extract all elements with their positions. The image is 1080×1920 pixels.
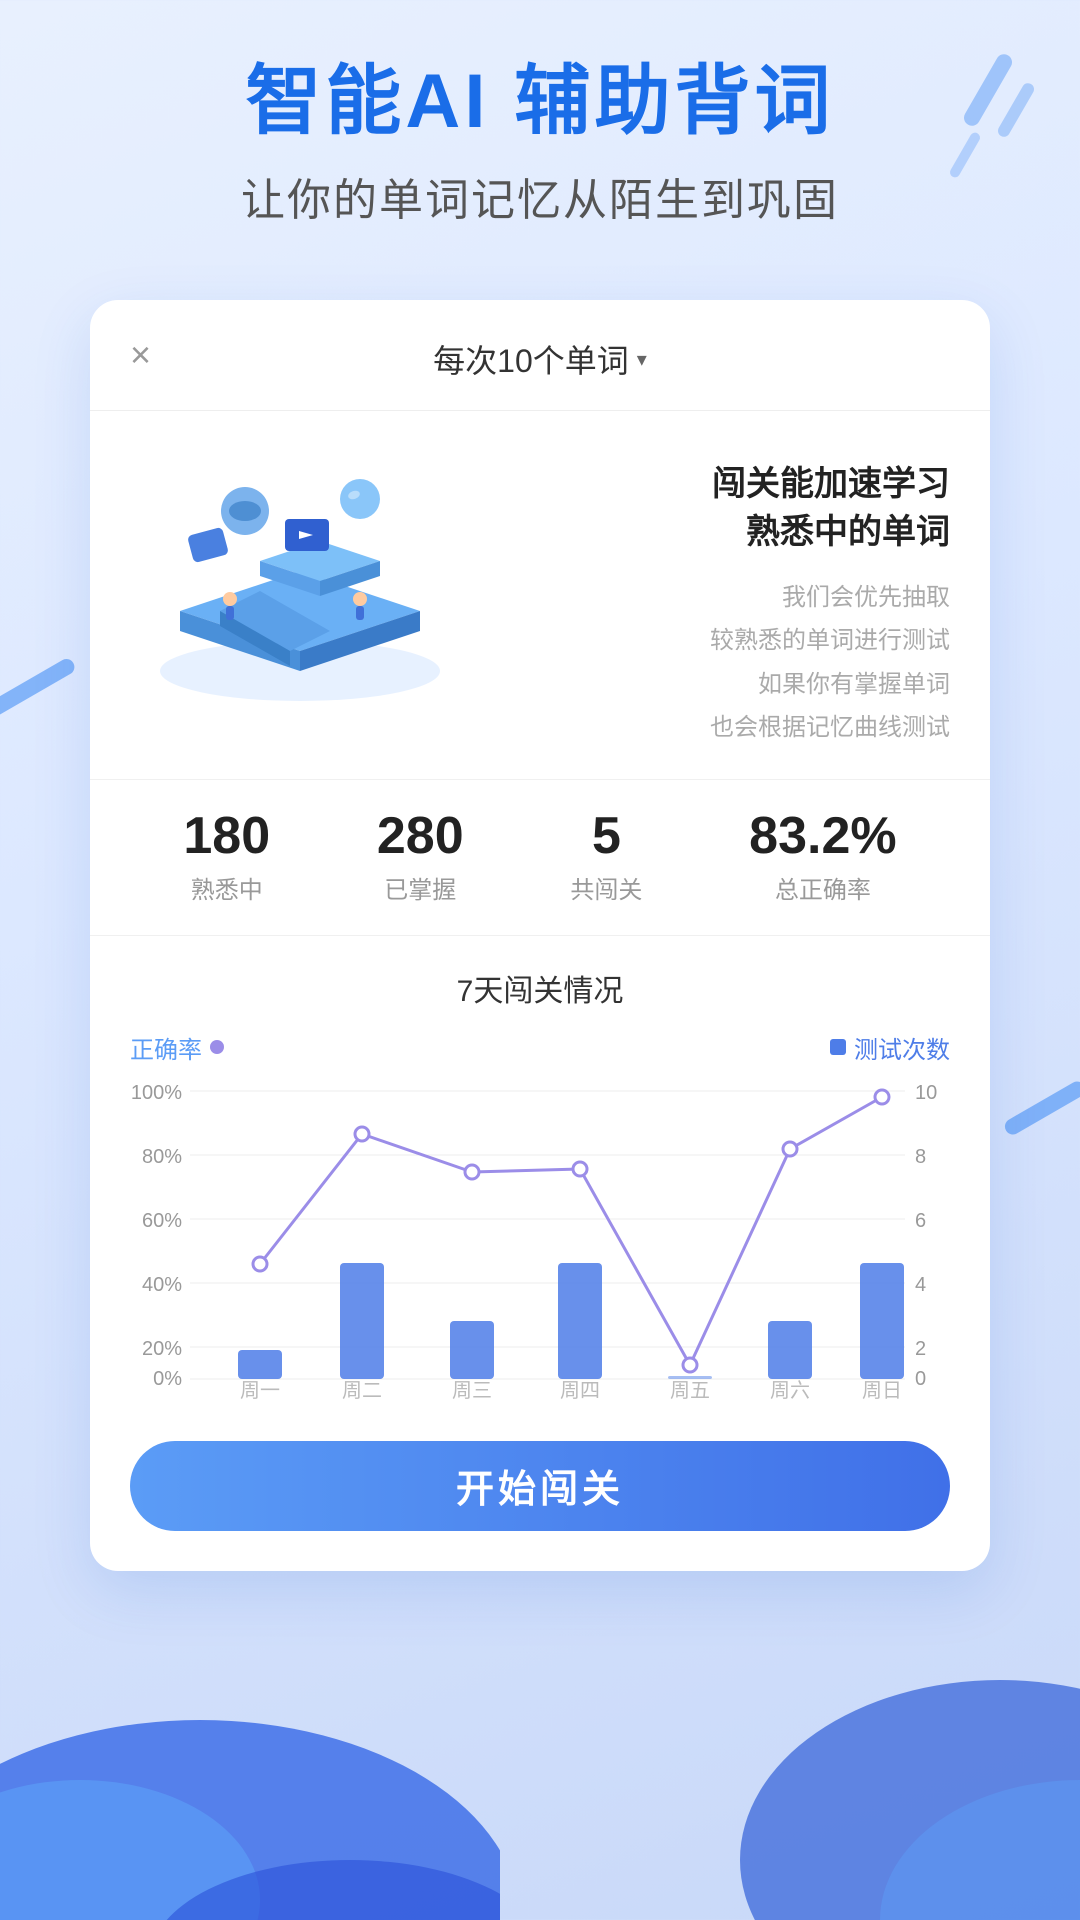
info-desc: 我们会优先抽取较熟悉的单词进行测试如果你有掌握单词也会根据记忆曲线测试 [490,576,950,749]
svg-text:80%: 80% [142,1146,182,1168]
main-title-text: 智能AI 辅助背词 [245,59,834,144]
stat-item: 180 熟悉中 [183,810,270,905]
decorative-bar-left [0,656,77,720]
info-title-line1: 闯关能加速学习 [712,465,950,503]
svg-text:周三: 周三 [452,1380,492,1401]
legend-tests-square [830,1039,846,1055]
svg-text:8: 8 [915,1146,926,1168]
svg-text:20%: 20% [142,1338,182,1360]
info-desc-line: 如果你有掌握单词 [490,663,950,706]
sub-title: 让你的单词记忆从陌生到巩固 [0,164,1080,228]
card-content: 闯关能加速学习 熟悉中的单词 我们会优先抽取较熟悉的单词进行测试如果你有掌握单词… [90,411,990,779]
stat-item: 280 已掌握 [377,810,464,905]
stats-row: 180 熟悉中 280 已掌握 5 共闯关 83.2% 总正确率 [90,779,990,936]
legend-tests-label: 测试次数 [854,1030,950,1065]
svg-text:4: 4 [915,1274,926,1296]
card-header: × 每次10个单词 ▾ [90,300,990,411]
session-select-label: 每次10个单词 [433,336,629,382]
close-button[interactable]: × [130,337,151,373]
svg-text:100%: 100% [131,1082,182,1104]
svg-text:周五: 周五 [670,1380,710,1401]
svg-text:40%: 40% [142,1274,182,1296]
start-button[interactable]: 开始闯关 [130,1441,950,1531]
svg-text:60%: 60% [142,1210,182,1232]
svg-text:0%: 0% [153,1368,182,1390]
header-section: 智能AI 辅助背词 让你的单词记忆从陌生到巩固 [0,60,1080,228]
stat-value: 5 [570,810,642,862]
svg-text:周二: 周二 [342,1380,382,1401]
svg-text:周六: 周六 [770,1379,810,1401]
chevron-down-icon: ▾ [637,347,647,372]
stat-label: 总正确率 [749,870,896,905]
stat-value: 180 [183,810,270,862]
info-desc-line: 也会根据记忆曲线测试 [490,706,950,749]
stat-value: 83.2% [749,810,896,862]
stat-value: 280 [377,810,464,862]
stat-label: 熟悉中 [183,870,270,905]
session-select[interactable]: 每次10个单词 ▾ [433,336,647,382]
svg-text:0: 0 [915,1368,926,1390]
main-card: × 每次10个单词 ▾ [90,300,990,1571]
info-desc-line: 较熟悉的单词进行测试 [490,619,950,662]
stat-item: 83.2% 总正确率 [749,810,896,905]
info-title: 闯关能加速学习 熟悉中的单词 [490,461,950,556]
legend-accuracy-label: 正确率 [130,1030,202,1065]
legend-accuracy: 正确率 [130,1030,224,1065]
close-icon: × [130,334,151,375]
svg-text:周四: 周四 [560,1380,600,1401]
svg-text:周一: 周一 [240,1380,280,1401]
main-title: 智能AI 辅助背词 [0,60,1080,144]
info-area: 闯关能加速学习 熟悉中的单词 我们会优先抽取较熟悉的单词进行测试如果你有掌握单词… [490,451,950,749]
info-title-line2: 熟悉中的单词 [746,513,950,551]
legend-accuracy-dot [210,1040,224,1054]
svg-text:10: 10 [915,1082,937,1104]
svg-text:6: 6 [915,1210,926,1232]
svg-text:周日: 周日 [862,1380,902,1401]
svg-text:2: 2 [915,1338,926,1360]
chart-legend: 正确率 测试次数 [130,1030,950,1065]
stat-item: 5 共闯关 [570,810,642,905]
chart-container: 100% 80% 60% 40% 20% 0% 10 8 6 4 2 0 [130,1081,950,1401]
illustration-area [130,451,470,711]
decorative-bar-right [1002,1079,1080,1138]
chart-section: 7天闯关情况 正确率 测试次数 100% 80% 60% 40% 20% 0% … [90,936,990,1421]
stat-label: 已掌握 [377,870,464,905]
info-desc-line: 我们会优先抽取 [490,576,950,619]
chart-svg: 100% 80% 60% 40% 20% 0% 10 8 6 4 2 0 [130,1081,950,1401]
stat-label: 共闯关 [570,870,642,905]
chart-title: 7天闯关情况 [130,966,950,1010]
legend-tests: 测试次数 [830,1030,950,1065]
